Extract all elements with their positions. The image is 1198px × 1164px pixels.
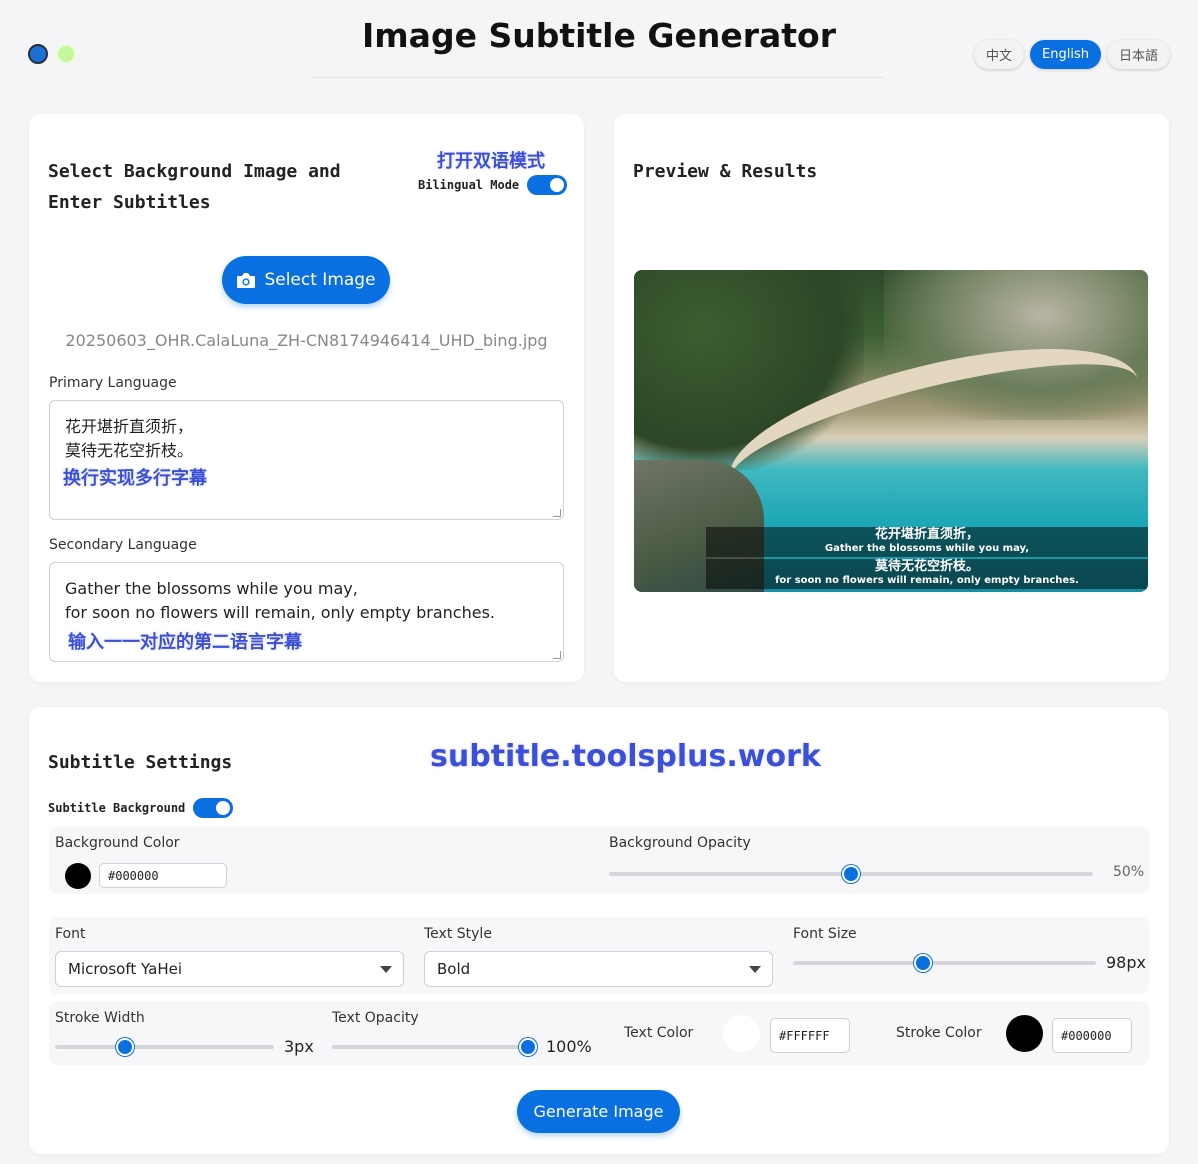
primary-language-label: Primary Language	[49, 375, 177, 391]
annotation-secondary: 输入一一对应的第二语言字幕	[68, 632, 302, 653]
font-label: Font	[55, 926, 86, 942]
preview-subtitle-primary: 莫待无花空折枝。	[874, 559, 979, 574]
primary-language-textarea[interactable]: 花开堪折直须折， 莫待无花空折枝。	[49, 400, 564, 520]
stroke-width-value: 3px	[284, 1037, 314, 1056]
stroke-color-swatch[interactable]	[1006, 1015, 1043, 1052]
font-select[interactable]: Microsoft YaHei	[55, 951, 404, 987]
selected-filename: 20250603_OHR.CalaLuna_ZH-CN8174946414_UH…	[65, 331, 548, 350]
text-style-select[interactable]: Bold	[424, 951, 773, 987]
text-opacity-slider[interactable]	[332, 1038, 537, 1056]
slider-handle[interactable]	[842, 865, 860, 883]
settings-card: Subtitle Settings subtitle.toolsplus.wor…	[29, 707, 1169, 1154]
secondary-language-label: Secondary Language	[49, 537, 197, 553]
primary-line: 莫待无花空折枝。	[65, 441, 194, 460]
resize-handle[interactable]	[553, 509, 561, 517]
resize-handle[interactable]	[553, 651, 561, 659]
language-switcher: 中文 English 日本語	[974, 40, 1170, 69]
preview-card: Preview & Results 花开堪折直须折， Gather the bl…	[614, 114, 1169, 682]
preview-section-title: Preview & Results	[633, 161, 818, 182]
preview-subtitle-primary: 花开堪折直须折，	[874, 527, 979, 542]
chevron-down-icon	[380, 966, 392, 973]
stroke-width-label: Stroke Width	[55, 1010, 145, 1026]
background-opacity-label: Background Opacity	[609, 835, 751, 851]
subtitle-background-label: Subtitle Background	[48, 801, 186, 815]
subtitle-background-toggle[interactable]	[193, 798, 234, 818]
font-size-value: 98px	[1106, 953, 1146, 972]
font-size-slider[interactable]	[793, 954, 1096, 972]
background-settings-panel: Background Color #000000 Background Opac…	[49, 827, 1149, 894]
background-opacity-slider[interactable]	[609, 865, 1093, 883]
background-color-swatch[interactable]	[65, 863, 91, 889]
text-opacity-value: 100%	[546, 1037, 592, 1056]
preview-subtitle-block: 莫待无花空折枝。 for soon no flowers will remain…	[706, 559, 1148, 589]
select-image-button[interactable]: Select Image	[222, 256, 390, 304]
generate-image-button[interactable]: Generate Image	[517, 1090, 680, 1133]
subtitle-background-row: Subtitle Background	[48, 798, 234, 818]
background-color-label: Background Color	[55, 835, 180, 851]
select-image-label: Select Image	[264, 270, 376, 290]
background-color-hex[interactable]: #000000	[99, 863, 227, 888]
text-color-hex[interactable]: #FFFFFF	[770, 1018, 850, 1053]
bilingual-mode-toggle[interactable]	[527, 175, 568, 195]
text-color-swatch[interactable]	[723, 1015, 760, 1052]
bilingual-mode-row: Bilingual Mode	[418, 175, 568, 195]
text-style-select-value: Bold	[437, 960, 471, 978]
title-divider	[312, 77, 884, 78]
annotation-url: subtitle.toolsplus.work	[430, 739, 821, 774]
bilingual-mode-label: Bilingual Mode	[418, 178, 520, 192]
chevron-down-icon	[749, 966, 761, 973]
camera-icon	[237, 272, 256, 288]
preview-subtitle-secondary: for soon no flowers will remain, only em…	[775, 575, 1079, 586]
preview-image: 花开堪折直须折， Gather the blossoms while you m…	[634, 270, 1148, 592]
text-opacity-label: Text Opacity	[332, 1010, 419, 1026]
font-settings-panel: Font Microsoft YaHei Text Style Bold Fon…	[49, 917, 1149, 994]
annotation-bilingual: 打开双语模式	[437, 151, 545, 172]
background-opacity-value: 50%	[1113, 864, 1145, 880]
stroke-color-hex[interactable]: #000000	[1052, 1018, 1132, 1053]
annotation-multiline: 换行实现多行字幕	[63, 468, 207, 489]
stroke-width-slider[interactable]	[55, 1038, 274, 1056]
settings-section-title: Subtitle Settings	[48, 752, 233, 773]
upload-section-title: Select Background Image and Enter Subtit…	[48, 161, 341, 213]
text-style-label: Text Style	[424, 926, 492, 942]
preview-subtitle-secondary: Gather the blossoms while you may,	[824, 543, 1030, 554]
font-size-label: Font Size	[793, 926, 857, 942]
lang-button-ja[interactable]: 日本語	[1106, 40, 1170, 69]
stroke-settings-panel: Stroke Width 3px Text Opacity 100% Text …	[49, 1001, 1149, 1065]
preview-subtitle-block: 花开堪折直须折， Gather the blossoms while you m…	[706, 527, 1148, 557]
slider-handle[interactable]	[116, 1038, 135, 1056]
font-select-value: Microsoft YaHei	[68, 960, 182, 978]
slider-handle[interactable]	[914, 954, 933, 972]
lang-button-zh[interactable]: 中文	[974, 40, 1025, 69]
primary-line: 花开堪折直须折，	[65, 417, 194, 436]
text-color-label: Text Color	[624, 1025, 694, 1041]
slider-handle[interactable]	[519, 1038, 537, 1056]
stroke-color-label: Stroke Color	[896, 1025, 982, 1041]
secondary-line: for soon no flowers will remain, only em…	[65, 603, 495, 622]
upload-card: Select Background Image and Enter Subtit…	[29, 114, 584, 682]
secondary-line: Gather the blossoms while you may,	[65, 579, 358, 598]
lang-button-en[interactable]: English	[1030, 40, 1101, 69]
